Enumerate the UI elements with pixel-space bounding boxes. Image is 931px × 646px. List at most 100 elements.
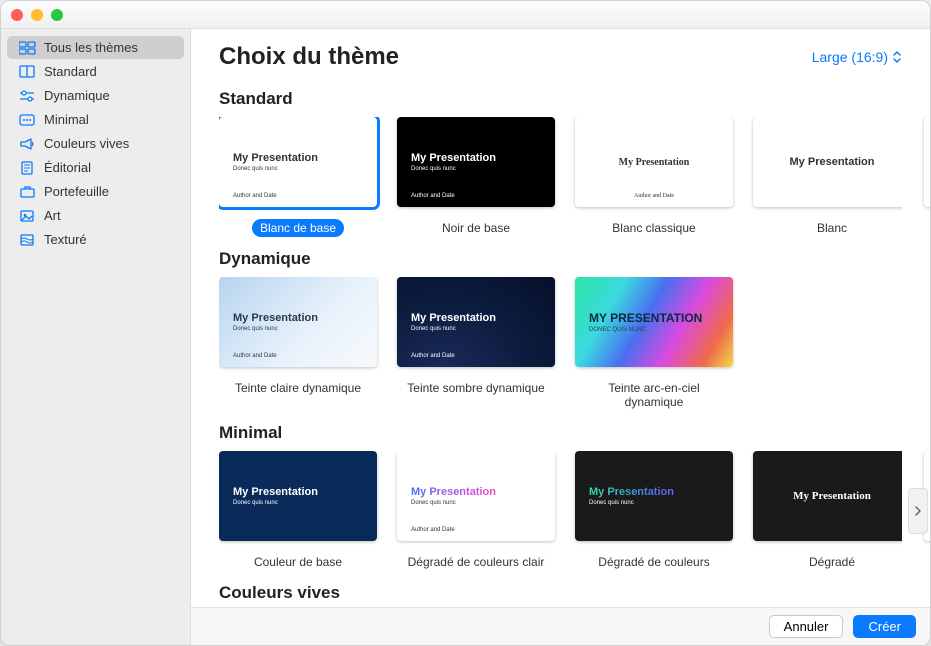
thumb-sub: Donec quis nunc (411, 166, 541, 172)
section-title: Dynamique (219, 249, 930, 269)
theme-card[interactable]: My PresentationDonec quis nuncAuthor and… (397, 117, 555, 237)
zoom-icon[interactable] (51, 9, 63, 21)
theme-thumbnail: My Presentation (753, 451, 902, 541)
theme-card[interactable]: My Presentation Donec quis nunc Author and… (397, 451, 555, 571)
main-area: Choix du thème Large (16:9) Standard My P… (191, 29, 930, 645)
sidebar-item-standard[interactable]: Standard (7, 60, 184, 83)
theme-thumbnail: My PresentationDonec quis nuncAuthor and… (397, 117, 555, 207)
thumb-title: My Presentation (790, 156, 875, 168)
thumb-sub: Donec quis nunc (411, 326, 541, 332)
sidebar-item-couleurs-vives[interactable]: Couleurs vives (7, 132, 184, 155)
theme-card[interactable]: My Presentation Donec quis nunc Author and… (219, 117, 377, 237)
section-standard: My Presentation Donec quis nunc Author and… (219, 117, 930, 237)
sidebar-item-label: Couleurs vives (44, 136, 129, 151)
section-minimal: My Presentation Donec quis nunc Couleur de… (219, 451, 930, 571)
thumb-title: My Presentation (411, 312, 541, 324)
art-icon (19, 209, 36, 223)
theme-grid: My Presentation Donec quis nunc Author and… (219, 117, 902, 237)
section-title: Standard (219, 89, 930, 109)
thumb-sub: Donec quis nunc (233, 326, 363, 332)
dots-icon (19, 113, 36, 127)
grid-all-icon (19, 41, 36, 55)
slide-size-select[interactable]: Large (16:9) (812, 49, 902, 65)
theme-thumbnail: My Presentation Donec quis nunc Author and… (219, 117, 377, 207)
header: Choix du thème Large (16:9) (191, 29, 930, 77)
sidebar-item-tous-les-thèmes[interactable]: Tous les thèmes (7, 36, 184, 59)
theme-thumbnail: My Presentation Donec quis nunc Author and… (397, 451, 555, 541)
thumb-foot: Author and Date (233, 193, 277, 199)
theme-thumbnail: My Presentation Donec quis nunc Author and… (219, 277, 377, 367)
theme-label: Teinte claire dynamique (227, 379, 369, 397)
titlebar (1, 1, 930, 29)
thumb-title: My Presentation (619, 157, 690, 168)
sidebar-item-minimal[interactable]: Minimal (7, 108, 184, 131)
section-title: Couleurs vives (219, 583, 930, 603)
sidebar-item-art[interactable]: Art (7, 204, 184, 227)
chevron-updown-icon (892, 50, 902, 64)
theme-label: Noir de base (434, 219, 518, 237)
thumb-title: My Presentation (233, 152, 363, 164)
sidebar-item-label: Standard (44, 64, 97, 79)
thumb-foot: Author and Date (233, 353, 277, 359)
theme-label: Teinte sombre dynamique (399, 379, 552, 397)
theme-grid: My Presentation Donec quis nunc Author and… (219, 277, 902, 411)
thumb-foot: Author and Date (411, 527, 455, 533)
thumb-title: My Presentation (233, 486, 363, 498)
content-scroll[interactable]: Standard My Presentation Donec quis nunc Au… (191, 77, 930, 607)
window-controls (11, 9, 63, 21)
thumb-sub: Donec quis nunc (589, 500, 719, 506)
theme-label: Couleur de base (246, 553, 350, 571)
theme-label: Dégradé (801, 553, 863, 571)
theme-chooser-window: Tous les thèmesStandardDynamiqueMinimalC… (0, 0, 931, 646)
sidebar-item-texturé[interactable]: Texturé (7, 228, 184, 251)
sidebar-item-portefeuille[interactable]: Portefeuille (7, 180, 184, 203)
page-title: Choix du thème (219, 43, 399, 71)
sidebar-item-label: Dynamique (44, 88, 110, 103)
thumb-sub: DONEC QUIS NUNC (589, 327, 719, 333)
theme-card[interactable]: My Presentation Dégradé (753, 451, 902, 571)
minimize-icon[interactable] (31, 9, 43, 21)
sidebar-item-éditorial[interactable]: Éditorial (7, 156, 184, 179)
theme-label: Teinte arc-en-ciel dynamique (575, 379, 733, 411)
thumb-sub: Donec quis nunc (411, 500, 541, 506)
thumb-title: My Presentation (411, 486, 541, 498)
thumb-title: My Presentation (411, 152, 541, 164)
body: Tous les thèmesStandardDynamiqueMinimalC… (1, 29, 930, 645)
theme-label: Dégradé de couleurs (590, 553, 717, 571)
thumb-title: My Presentation (233, 312, 363, 324)
scroll-right-button[interactable] (908, 488, 928, 534)
create-button[interactable]: Créer (853, 615, 916, 638)
theme-card[interactable]: MY PRESENTATIONDONEC QUIS NUNCTeinte arc… (575, 277, 733, 411)
theme-card[interactable]: My PresentationDonec quis nuncAuthor and… (397, 277, 555, 411)
section-dynamique: My Presentation Donec quis nunc Author and… (219, 277, 930, 411)
theme-label: Blanc classique (604, 219, 703, 237)
thumb-title: My Presentation (589, 486, 719, 498)
thumb-title: My Presentation (793, 490, 871, 502)
sidebar-item-dynamique[interactable]: Dynamique (7, 84, 184, 107)
cancel-button[interactable]: Annuler (769, 615, 844, 638)
theme-card[interactable]: My Presentation Donec quis nunc Author and… (219, 277, 377, 411)
theme-card[interactable]: My Presentation Donec quis nunc Couleur de… (219, 451, 377, 571)
sidebar-item-label: Portefeuille (44, 184, 109, 199)
theme-thumbnail: My Presentation Donec quis nunc (575, 451, 733, 541)
close-icon[interactable] (11, 9, 23, 21)
thumb-sub: Donec quis nunc (233, 166, 363, 172)
briefcase-icon (19, 185, 36, 199)
theme-label: Blanc (809, 219, 855, 237)
theme-thumbnail: My Presentation Donec quis nunc (219, 451, 377, 541)
theme-peek (924, 117, 930, 207)
thumb-sub: Donec quis nunc (233, 500, 363, 506)
theme-thumbnail: My Presentation (753, 117, 902, 207)
grid-icon (19, 65, 36, 79)
section-title: Minimal (219, 423, 930, 443)
sidebar-item-label: Texturé (44, 232, 87, 247)
theme-grid: My Presentation Donec quis nunc Couleur de… (219, 451, 902, 571)
sidebar-item-label: Minimal (44, 112, 89, 127)
theme-label: Blanc de base (252, 219, 344, 237)
theme-card[interactable]: My PresentationAuthor and DateBlanc clas… (575, 117, 733, 237)
theme-card[interactable]: My Presentation Donec quis nunc Dégradé de… (575, 451, 733, 571)
sidebar-item-label: Tous les thèmes (44, 40, 138, 55)
footer: Annuler Créer (191, 607, 930, 645)
theme-card[interactable]: My Presentation Blanc (753, 117, 902, 237)
sidebar-item-label: Art (44, 208, 61, 223)
